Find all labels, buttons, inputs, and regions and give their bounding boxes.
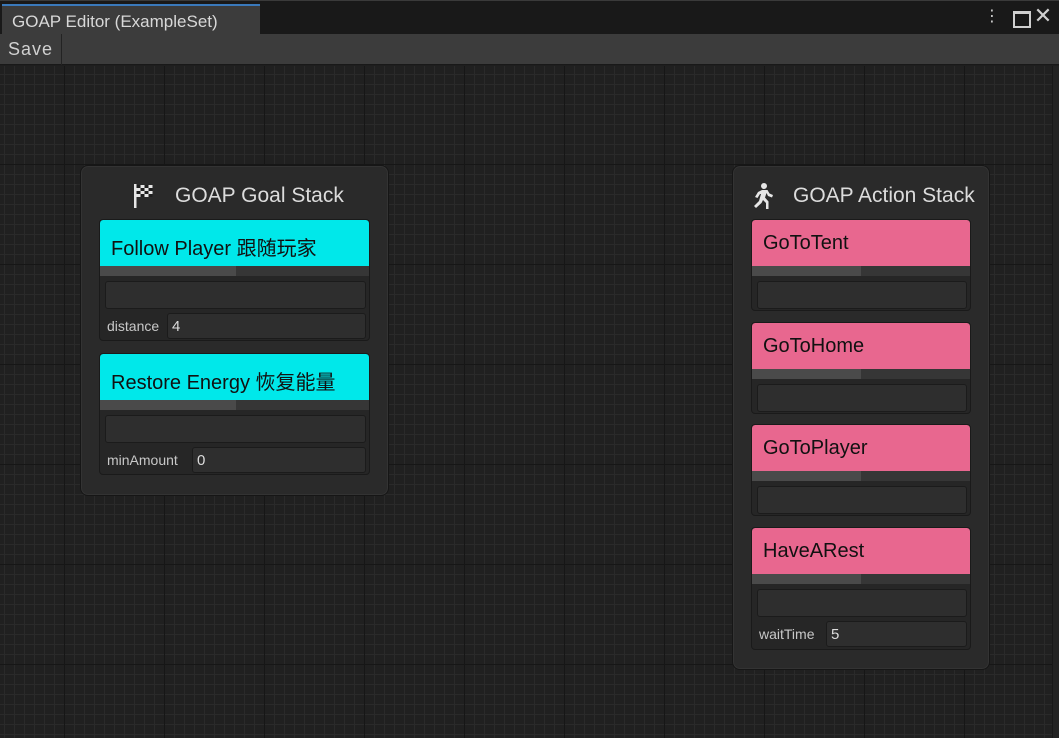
action-node-divider [752,369,861,379]
property-value-input[interactable]: 4 [167,313,366,339]
goal-node-field[interactable] [105,415,366,443]
goal-stack-header: GOAP Goal Stack [81,180,388,212]
vertical-scrollbar[interactable] [1052,66,1059,738]
action-node-field[interactable] [757,281,967,309]
action-node-header[interactable]: GoToHome [752,323,970,369]
goal-node-divider [100,266,236,276]
action-node-divider-rest [861,266,970,276]
action-node-divider-rest [861,369,970,379]
action-node-label: GoToHome [763,335,865,357]
goal-node-property: distance 4 [105,313,366,339]
property-label: minAmount [107,452,178,468]
goal-node-field[interactable] [105,281,366,309]
goal-node-divider [100,400,236,410]
property-label: distance [107,318,160,334]
goal-node-label: Follow Player 跟随玩家 [111,238,317,260]
action-node-divider [752,471,861,481]
action-node-label: GoToPlayer [763,437,868,459]
goal-stack-title: GOAP Goal Stack [175,184,344,207]
action-node[interactable]: GoToHome [751,322,971,414]
property-value-input[interactable]: 5 [826,621,967,647]
toolbar: Save [0,34,1059,65]
action-node-property: waitTime 5 [757,621,967,647]
checkered-flag-icon [134,184,153,208]
action-node[interactable]: HaveARest waitTime 5 [751,527,971,650]
action-node-header[interactable]: GoToTent [752,220,970,266]
goal-node-header[interactable]: Restore Energy 恢复能量 [100,354,369,400]
goal-node-label: Restore Energy 恢复能量 [111,372,336,394]
action-node-divider-rest [861,471,970,481]
property-value-input[interactable]: 0 [192,447,366,473]
goal-node[interactable]: Restore Energy 恢复能量 minAmount 0 [99,353,370,475]
action-node[interactable]: GoToTent [751,219,971,311]
editor-tab[interactable]: GOAP Editor (ExampleSet) [2,4,260,35]
close-icon[interactable]: ✕ [1033,5,1053,27]
action-node-field[interactable] [757,589,967,617]
action-node-divider [752,266,861,276]
running-person-icon [754,183,773,209]
goal-stack[interactable]: GOAP Goal Stack Follow Player 跟随玩家 dista… [80,165,389,496]
action-stack-header: GOAP Action Stack [733,180,989,212]
action-node-field[interactable] [757,384,967,412]
editor-tab-title: GOAP Editor (ExampleSet) [12,12,218,31]
goal-node-header[interactable]: Follow Player 跟随玩家 [100,220,369,266]
goal-node-property: minAmount 0 [105,447,366,473]
action-node-divider-rest [861,574,970,584]
save-button[interactable]: Save [0,34,63,65]
goal-node-divider-rest [236,400,369,410]
kebab-menu-icon[interactable]: ⋮ [982,7,1002,27]
goal-node-divider-rest [236,266,369,276]
action-node-header[interactable]: GoToPlayer [752,425,970,471]
action-stack-title: GOAP Action Stack [793,184,975,207]
action-node-label: GoToTent [763,232,849,254]
goal-node[interactable]: Follow Player 跟随玩家 distance 4 [99,219,370,341]
maximize-icon[interactable] [1010,7,1031,28]
action-stack[interactable]: GOAP Action Stack GoToTent GoToHome GoTo… [732,165,990,670]
action-node-label: HaveARest [763,540,865,562]
action-node-divider [752,574,861,584]
action-node-field[interactable] [757,486,967,514]
property-label: waitTime [759,626,815,642]
action-node-header[interactable]: HaveARest [752,528,970,574]
action-node[interactable]: GoToPlayer [751,424,971,516]
window-titlebar: GOAP Editor (ExampleSet) ⋮ ✕ [0,0,1059,35]
